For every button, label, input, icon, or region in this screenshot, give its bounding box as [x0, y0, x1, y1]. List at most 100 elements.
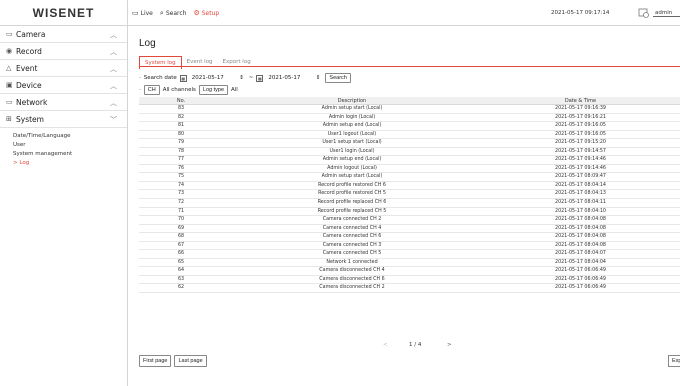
gear-icon: ⚙	[193, 8, 200, 17]
table-row[interactable]: 81 Admin setup end (Local) 2021-05-17 09:1…	[139, 122, 680, 131]
table-row[interactable]: 63 Camera disconnected CH 6 2021-05-17 06:…	[139, 276, 680, 285]
table-row[interactable]: 64 Camera disconnected CH 4 2021-05-17 06:…	[139, 267, 680, 276]
table-row[interactable]: 77 Admin setup end (Local) 2021-05-17 09:1…	[139, 156, 680, 165]
next-page-button[interactable]: >	[447, 342, 452, 348]
table-row[interactable]: 74 Record profile restored CH 6 2021-05-17…	[139, 182, 680, 191]
user-dropdown[interactable]: admin	[653, 10, 680, 17]
top-nav: ▭ Live ⌕ Search ⚙ Setup	[132, 0, 219, 26]
col-header-date-time[interactable]: Date & Time	[481, 97, 680, 104]
chevron-down-icon: ﹀	[110, 116, 117, 124]
cell-date-time: 2021-05-17 08:04:10	[555, 208, 606, 214]
sidebar-item-network[interactable]: ▭ Network ︿	[0, 94, 127, 111]
cell-no: 78	[177, 148, 185, 154]
nav-live[interactable]: ▭ Live	[132, 9, 153, 17]
submenu-item-user[interactable]: User	[13, 141, 127, 150]
search-button[interactable]: Search	[325, 73, 351, 83]
first-page-button[interactable]: First page	[139, 355, 172, 367]
channel-value: All channels	[162, 87, 196, 93]
sidebar-item-label: Device	[16, 80, 42, 90]
cell-date-time: 2021-05-17 08:09:47	[555, 174, 606, 180]
sidebar-item-event[interactable]: △ Event ︿	[0, 60, 127, 77]
cell-description: User1 logout (Local)	[327, 131, 377, 137]
chevron-up-icon: ︿	[110, 31, 117, 39]
to-date-value: 2021-05-17	[268, 75, 301, 81]
cell-date-time: 2021-05-17 08:04:08	[555, 242, 606, 248]
to-date-field[interactable]: 2021-05-17 ⇕	[266, 74, 322, 83]
cell-date-time: 2021-05-17 09:16:05	[555, 131, 606, 137]
sidebar-item-record[interactable]: ◉ Record ︿	[0, 43, 127, 60]
cell-no: 81	[177, 123, 185, 129]
cell-no: 64	[177, 268, 185, 274]
submenu-item-log[interactable]: > Log	[13, 159, 127, 168]
channel-button[interactable]: CH	[143, 85, 160, 95]
cell-date-time: 2021-05-17 09:16:05	[555, 123, 606, 129]
brand-logo: WISENET	[0, 0, 128, 26]
top-bar: WISENET ▭ Live ⌕ Search ⚙ Setup 2021-05-…	[0, 0, 680, 26]
last-page-button[interactable]: Last page	[174, 355, 207, 367]
cell-date-time: 2021-05-17 09:16:21	[555, 114, 606, 120]
cell-date-time: 2021-05-17 06:06:49	[555, 276, 606, 282]
cell-no: 62	[177, 285, 185, 291]
sidebar-item-camera[interactable]: ▭ Camera ︿	[0, 26, 127, 43]
user-switch-icon[interactable]	[638, 7, 650, 19]
export-button[interactable]: Export	[668, 355, 680, 367]
cell-date-time: 2021-05-17 08:04:08	[555, 217, 606, 223]
tab-export-log[interactable]: Export log	[218, 56, 256, 69]
nav-setup[interactable]: ⚙ Setup	[193, 8, 219, 17]
page-nav-buttons: First page Last page	[139, 355, 207, 367]
date-filter-row: · Search date ▦ 2021-05-17 ⇕ ~ ▦ 2021-05…	[139, 72, 351, 84]
col-header-no[interactable]: No.	[139, 97, 223, 104]
cell-description: Admin setup end (Local)	[322, 123, 382, 129]
cell-no: 79	[177, 140, 185, 146]
table-row[interactable]: 83 Admin setup start (Local) 2021-05-17 09…	[139, 105, 680, 114]
tab-system-log[interactable]: System log	[139, 56, 182, 69]
table-row[interactable]: 75 Admin setup start (Local) 2021-05-17 08…	[139, 173, 680, 182]
table-row[interactable]: 69 Camera connected CH 4 2021-05-17 08:04:…	[139, 225, 680, 234]
from-date-value: 2021-05-17	[191, 75, 224, 81]
bell-icon: △	[6, 64, 12, 72]
submenu-item-date-time[interactable]: Date/Time/Language	[13, 132, 127, 141]
cell-date-time: 2021-05-17 09:16:39	[555, 106, 606, 111]
table-row[interactable]: 67 Camera connected CH 3 2021-05-17 08:04:…	[139, 242, 680, 251]
cell-no: 74	[177, 182, 185, 188]
cell-no: 73	[177, 191, 185, 197]
cell-description: User1 setup start (Local)	[322, 140, 382, 146]
camera-icon: ▭	[6, 30, 13, 38]
table-row[interactable]: 79 User1 setup start (Local) 2021-05-17 09…	[139, 139, 680, 148]
log-tabs: System log Event log Export log	[139, 56, 256, 69]
cell-no: 69	[177, 225, 185, 231]
calendar-icon[interactable]: ▦	[179, 74, 187, 82]
cell-date-time: 2021-05-17 08:04:08	[555, 225, 606, 231]
prev-page-button[interactable]: <	[383, 342, 388, 348]
calendar-icon[interactable]: ▦	[256, 74, 264, 82]
table-row[interactable]: 78 User1 login (Local) 2021-05-17 09:14:57	[139, 148, 680, 157]
table-row[interactable]: 76 Admin logout (Local) 2021-05-17 09:14:4…	[139, 165, 680, 174]
cell-description: Camera connected CH 6	[322, 234, 382, 240]
nav-search[interactable]: ⌕ Search	[160, 9, 187, 17]
sidebar-item-label: Network	[16, 97, 48, 107]
log-type-value: All	[231, 87, 238, 93]
device-icon: ▣	[6, 81, 13, 89]
table-row[interactable]: 71 Record profile replaced CH 5 2021-05-17…	[139, 208, 680, 217]
log-type-button[interactable]: Log type	[198, 85, 229, 95]
from-date-field[interactable]: 2021-05-17 ⇕	[190, 74, 246, 83]
table-row[interactable]: 66 Camera connected CH 5 2021-05-17 08:04:…	[139, 250, 680, 259]
table-row[interactable]: 65 Network 1 connected 2021-05-17 08:04:04	[139, 259, 680, 268]
table-row[interactable]: 62 Camera disconnected CH 2 2021-05-17 06:…	[139, 284, 680, 294]
sidebar-item-device[interactable]: ▣ Device ︿	[0, 77, 127, 94]
table-row[interactable]: 73 Record profile restored CH 5 2021-05-17…	[139, 190, 680, 200]
col-header-description[interactable]: Description	[223, 97, 481, 104]
submenu-item-system-management[interactable]: System management	[13, 150, 127, 159]
cell-no: 71	[177, 208, 185, 214]
sidebar: ▭ Camera ︿ ◉ Record ︿ △ Event ︿ ▣ Device…	[0, 26, 128, 386]
table-row[interactable]: 82 Admin login (Local) 2021-05-17 09:16:21	[139, 114, 680, 123]
table-row[interactable]: 70 Camera connected CH 2 2021-05-17 08:04:…	[139, 216, 680, 225]
table-row[interactable]: 68 Camera connected CH 6 2021-05-17 08:04:…	[139, 233, 680, 242]
table-row[interactable]: 80 User1 logout (Local) 2021-05-17 09:16:0…	[139, 131, 680, 140]
table-row[interactable]: 72 Record profile replaced CH 6 2021-05-17…	[139, 199, 680, 208]
main-content: Log System log Event log Export log · Se…	[129, 26, 680, 386]
system-submenu: Date/Time/Language User System managemen…	[0, 128, 127, 168]
cell-description: Camera disconnected CH 2	[319, 285, 385, 291]
sidebar-item-system[interactable]: ⊞ System ﹀	[0, 111, 127, 128]
tab-event-log[interactable]: Event log	[182, 56, 218, 69]
